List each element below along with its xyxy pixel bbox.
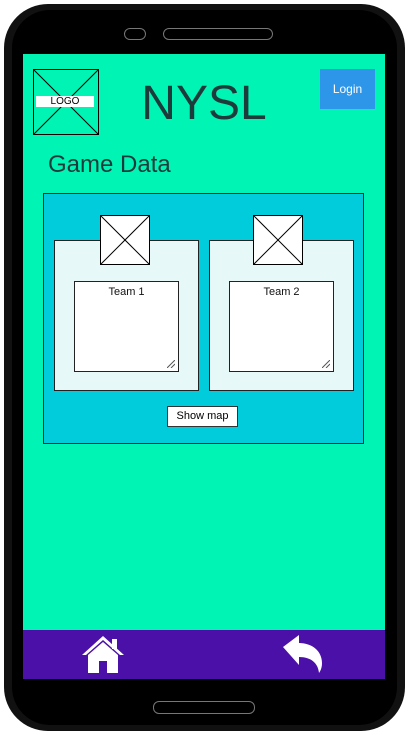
section-title: Game Data [48,151,171,178]
team-2-image-icon [253,215,303,265]
home-indicator [153,701,255,714]
back-arrow-icon[interactable] [280,633,324,675]
front-camera [124,28,146,40]
bottom-nav [23,630,385,679]
team-1-textarea[interactable]: Team 1 [74,281,179,372]
login-button[interactable]: Login [320,69,375,109]
app-screen: LOGO NYSL Login Game Data Team 1 Team 2 [23,54,385,630]
team-2-textarea[interactable]: Team 2 [229,281,334,372]
resize-handle-icon[interactable] [167,360,175,368]
resize-handle-icon[interactable] [322,360,330,368]
team-2-label: Team 2 [263,286,300,298]
game-data-card: Team 1 Team 2 Show map [43,193,364,444]
team-1-label: Team 1 [108,286,145,298]
earpiece-speaker [163,28,273,40]
show-map-button[interactable]: Show map [167,406,238,427]
home-icon[interactable] [80,633,126,675]
team-1-image-icon [100,215,150,265]
